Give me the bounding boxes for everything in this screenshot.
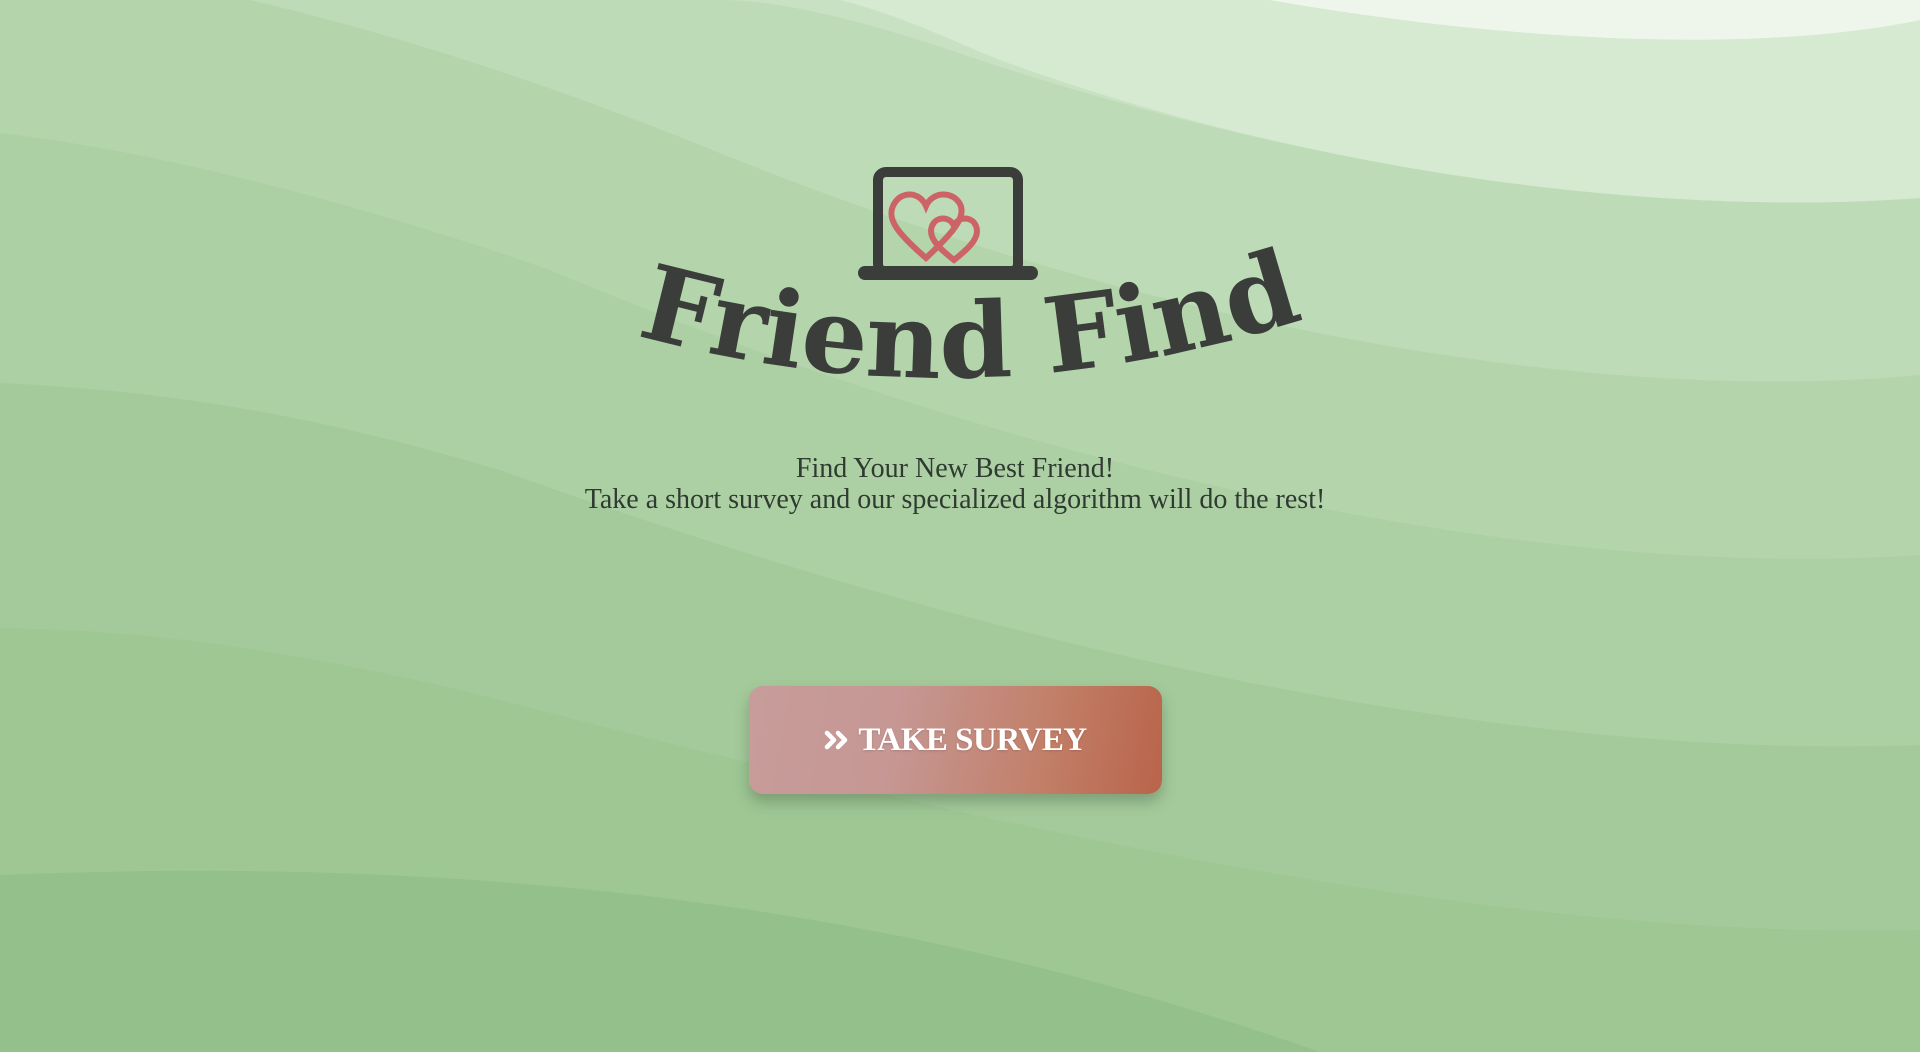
- brand-logo[interactable]: Friend Finder: [587, 157, 1312, 403]
- background-waves: [0, 0, 1920, 1052]
- hero-tagline: Find Your New Best Friend! Take a short …: [0, 453, 1910, 515]
- hero-subtext: Take a short survey and our specialized …: [584, 484, 1326, 515]
- brand-title: Friend Finder: [587, 157, 1312, 403]
- take-survey-label: TAKE SURVEY: [858, 721, 1087, 758]
- hero-headline: Find Your New Best Friend!: [795, 453, 1115, 484]
- take-survey-button[interactable]: TAKE SURVEY: [749, 686, 1162, 794]
- double-chevron-right-icon: [825, 730, 848, 750]
